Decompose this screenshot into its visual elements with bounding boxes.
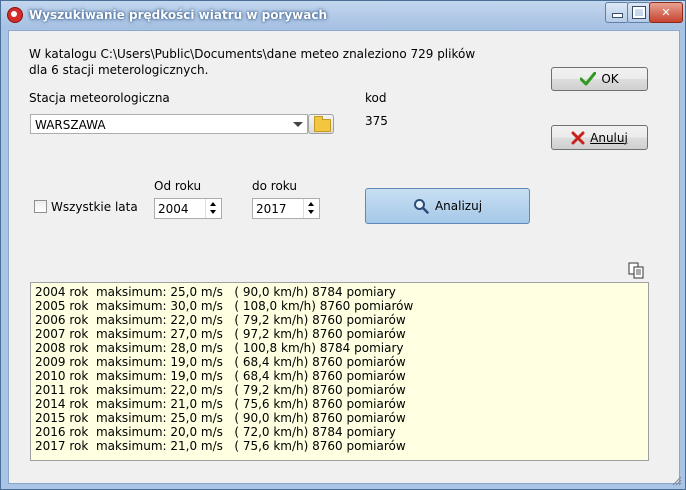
resize-grip-icon[interactable] <box>672 476 682 486</box>
folder-icon <box>314 116 331 132</box>
to-year-spinner[interactable]: 2017 <box>252 198 320 219</box>
close-icon: ✕ <box>661 6 671 19</box>
result-line: 2010 rok maksimum: 19,0 m/s ( 68,4 km/h)… <box>35 369 406 383</box>
info-line-2: dla 6 stacji meterologicznych. <box>29 63 209 77</box>
result-line: 2015 rok maksimum: 25,0 m/s ( 90,0 km/h)… <box>35 411 406 425</box>
spin-up-icon[interactable] <box>308 202 314 206</box>
result-line: 2009 rok maksimum: 19,0 m/s ( 68,4 km/h)… <box>35 355 406 369</box>
from-year-spinner[interactable]: 2004 <box>154 198 222 219</box>
results-textarea[interactable]: 2004 rok maksimum: 25,0 m/s ( 90,0 km/h)… <box>30 282 649 461</box>
from-year-label: Od roku <box>154 179 202 193</box>
window-title: Wyszukiwanie prędkości wiatru w porywach <box>29 8 328 22</box>
cancel-label: Anuluj <box>590 130 628 145</box>
result-line: 2007 rok maksimum: 27,0 m/s ( 97,2 km/h)… <box>35 327 406 341</box>
code-label: kod <box>365 91 387 105</box>
dialog-body: W katalogu C:\Users\Public\Documents\dan… <box>8 30 680 484</box>
ok-button[interactable]: OK <box>551 67 648 91</box>
from-year-spin-buttons[interactable] <box>205 199 221 218</box>
browse-folder-button[interactable] <box>308 114 334 134</box>
check-icon <box>580 72 597 86</box>
result-line: 2011 rok maksimum: 22,0 m/s ( 79,2 km/h)… <box>35 383 406 397</box>
cancel-button[interactable]: Anuluj <box>551 125 648 150</box>
result-line: 2014 rok maksimum: 21,0 m/s ( 75,6 km/h)… <box>35 397 406 411</box>
to-year-spin-buttons[interactable] <box>303 199 319 218</box>
dialog-window: Wyszukiwanie prędkości wiatru w porywach… <box>0 0 686 490</box>
result-line: 2008 rok maksimum: 28,0 m/s ( 100,8 km/h… <box>35 341 404 355</box>
station-select[interactable]: WARSZAWA <box>30 114 308 134</box>
copy-results-button[interactable] <box>625 260 647 280</box>
result-line: 2017 rok maksimum: 21,0 m/s ( 75,6 km/h)… <box>35 439 406 453</box>
x-icon <box>571 131 585 144</box>
spin-up-icon[interactable] <box>210 202 216 206</box>
result-line: 2004 rok maksimum: 25,0 m/s ( 90,0 km/h)… <box>35 285 396 299</box>
minimize-button[interactable] <box>605 2 629 23</box>
maximize-button[interactable] <box>627 2 651 23</box>
minimize-icon <box>611 13 623 18</box>
chevron-down-icon[interactable] <box>293 122 303 127</box>
from-year-value: 2004 <box>158 202 189 216</box>
spin-down-icon[interactable] <box>210 210 216 214</box>
all-years-checkbox[interactable] <box>34 200 47 213</box>
station-select-value: WARSZAWA <box>35 118 106 132</box>
spin-down-icon[interactable] <box>308 210 314 214</box>
all-years-label: Wszystkie lata <box>51 200 138 214</box>
maximize-icon <box>632 6 646 19</box>
magnifier-icon <box>413 199 429 214</box>
info-line-1: W katalogu C:\Users\Public\Documents\dan… <box>29 47 476 61</box>
copy-icon <box>628 262 644 279</box>
result-line: 2006 rok maksimum: 22,0 m/s ( 79,2 km/h)… <box>35 313 406 327</box>
title-bar[interactable]: Wyszukiwanie prędkości wiatru w porywach… <box>1 1 685 29</box>
analyze-label: Analizuj <box>434 199 483 213</box>
result-line: 2005 rok maksimum: 30,0 m/s ( 108,0 km/h… <box>35 299 414 313</box>
code-value: 375 <box>365 114 388 128</box>
close-button[interactable]: ✕ <box>649 2 683 23</box>
to-year-label: do roku <box>252 179 297 193</box>
result-line: 2016 rok maksimum: 20,0 m/s ( 72,0 km/h)… <box>35 425 396 439</box>
app-icon <box>7 7 23 23</box>
station-label: Stacja meteorologiczna <box>29 91 170 105</box>
ok-label: OK <box>601 72 619 86</box>
analyze-button[interactable]: Analizuj <box>365 188 530 224</box>
to-year-value: 2017 <box>256 202 287 216</box>
